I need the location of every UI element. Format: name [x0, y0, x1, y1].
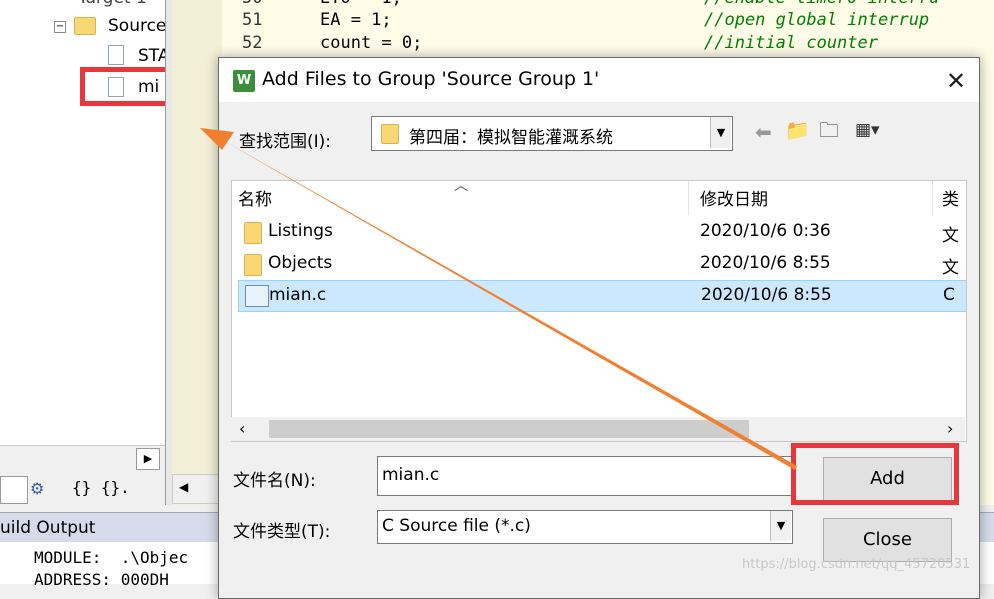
annotation-arrow-head [200, 128, 234, 150]
annotation-arrow-line [212, 134, 797, 470]
watermark: https://blog.csdn.net/qq_45720531 [742, 557, 971, 572]
annotation-arrow [200, 128, 797, 470]
